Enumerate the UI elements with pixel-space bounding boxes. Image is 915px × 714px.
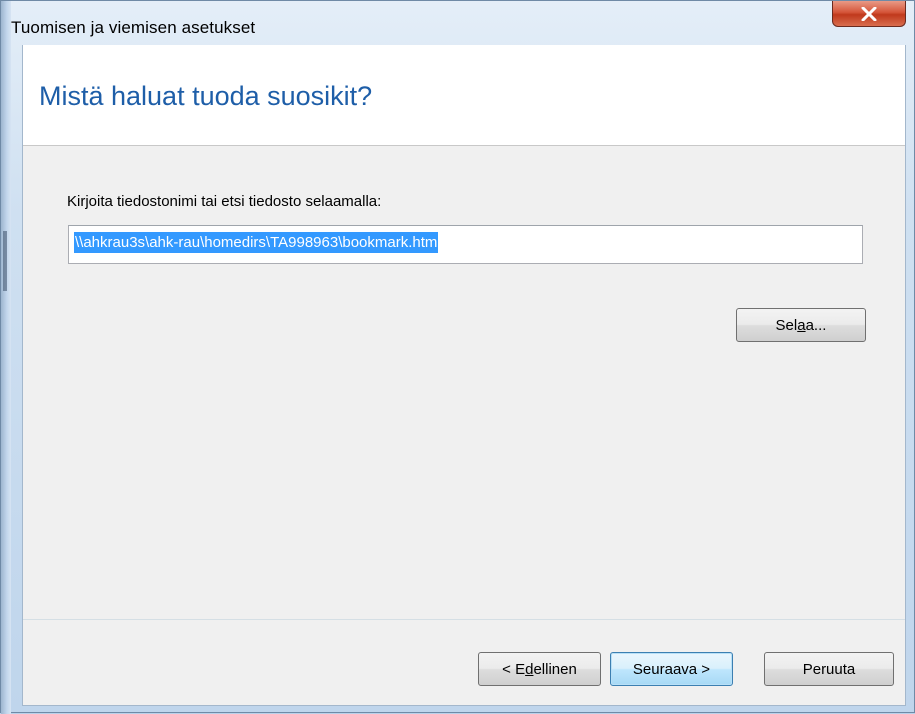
dialog-window: Tuomisen ja viemisen asetukset Mistä hal… xyxy=(0,0,915,714)
next-button[interactable]: Seuraava > xyxy=(610,652,733,686)
header-panel: Mistä haluat tuoda suosikit? xyxy=(23,45,905,146)
close-button[interactable] xyxy=(832,1,906,27)
browse-label-accel: a xyxy=(797,316,806,334)
background-window-marker xyxy=(3,231,7,291)
footer-separator xyxy=(23,619,905,620)
title-bar[interactable]: Tuomisen ja viemisen asetukset xyxy=(11,1,906,45)
back-label-pre: < E xyxy=(502,660,526,678)
page-heading: Mistä haluat tuoda suosikit? xyxy=(39,81,373,111)
back-label-post: ellinen xyxy=(533,660,577,678)
file-path-value: \\ahkrau3s\ahk-rau\homedirs\TA998963\boo… xyxy=(74,232,439,253)
browse-button[interactable]: Sel a a... xyxy=(736,308,866,342)
back-button[interactable]: < Ed ellinen xyxy=(478,652,601,686)
window-title: Tuomisen ja viemisen asetukset xyxy=(11,18,256,37)
close-x-icon xyxy=(861,6,877,21)
file-path-input[interactable]: \\ahkrau3s\ahk-rau\homedirs\TA998963\boo… xyxy=(68,225,863,264)
browse-label-post: a... xyxy=(805,316,827,334)
cancel-button[interactable]: Peruuta xyxy=(764,652,894,686)
back-label-accel: d xyxy=(525,660,534,678)
browse-label-pre: Sel xyxy=(775,316,798,334)
background-window-edge xyxy=(1,1,11,714)
filename-prompt-label: Kirjoita tiedostonimi tai etsi tiedosto … xyxy=(67,193,382,210)
dialog-client-area: Mistä haluat tuoda suosikit? Kirjoita ti… xyxy=(22,45,906,706)
